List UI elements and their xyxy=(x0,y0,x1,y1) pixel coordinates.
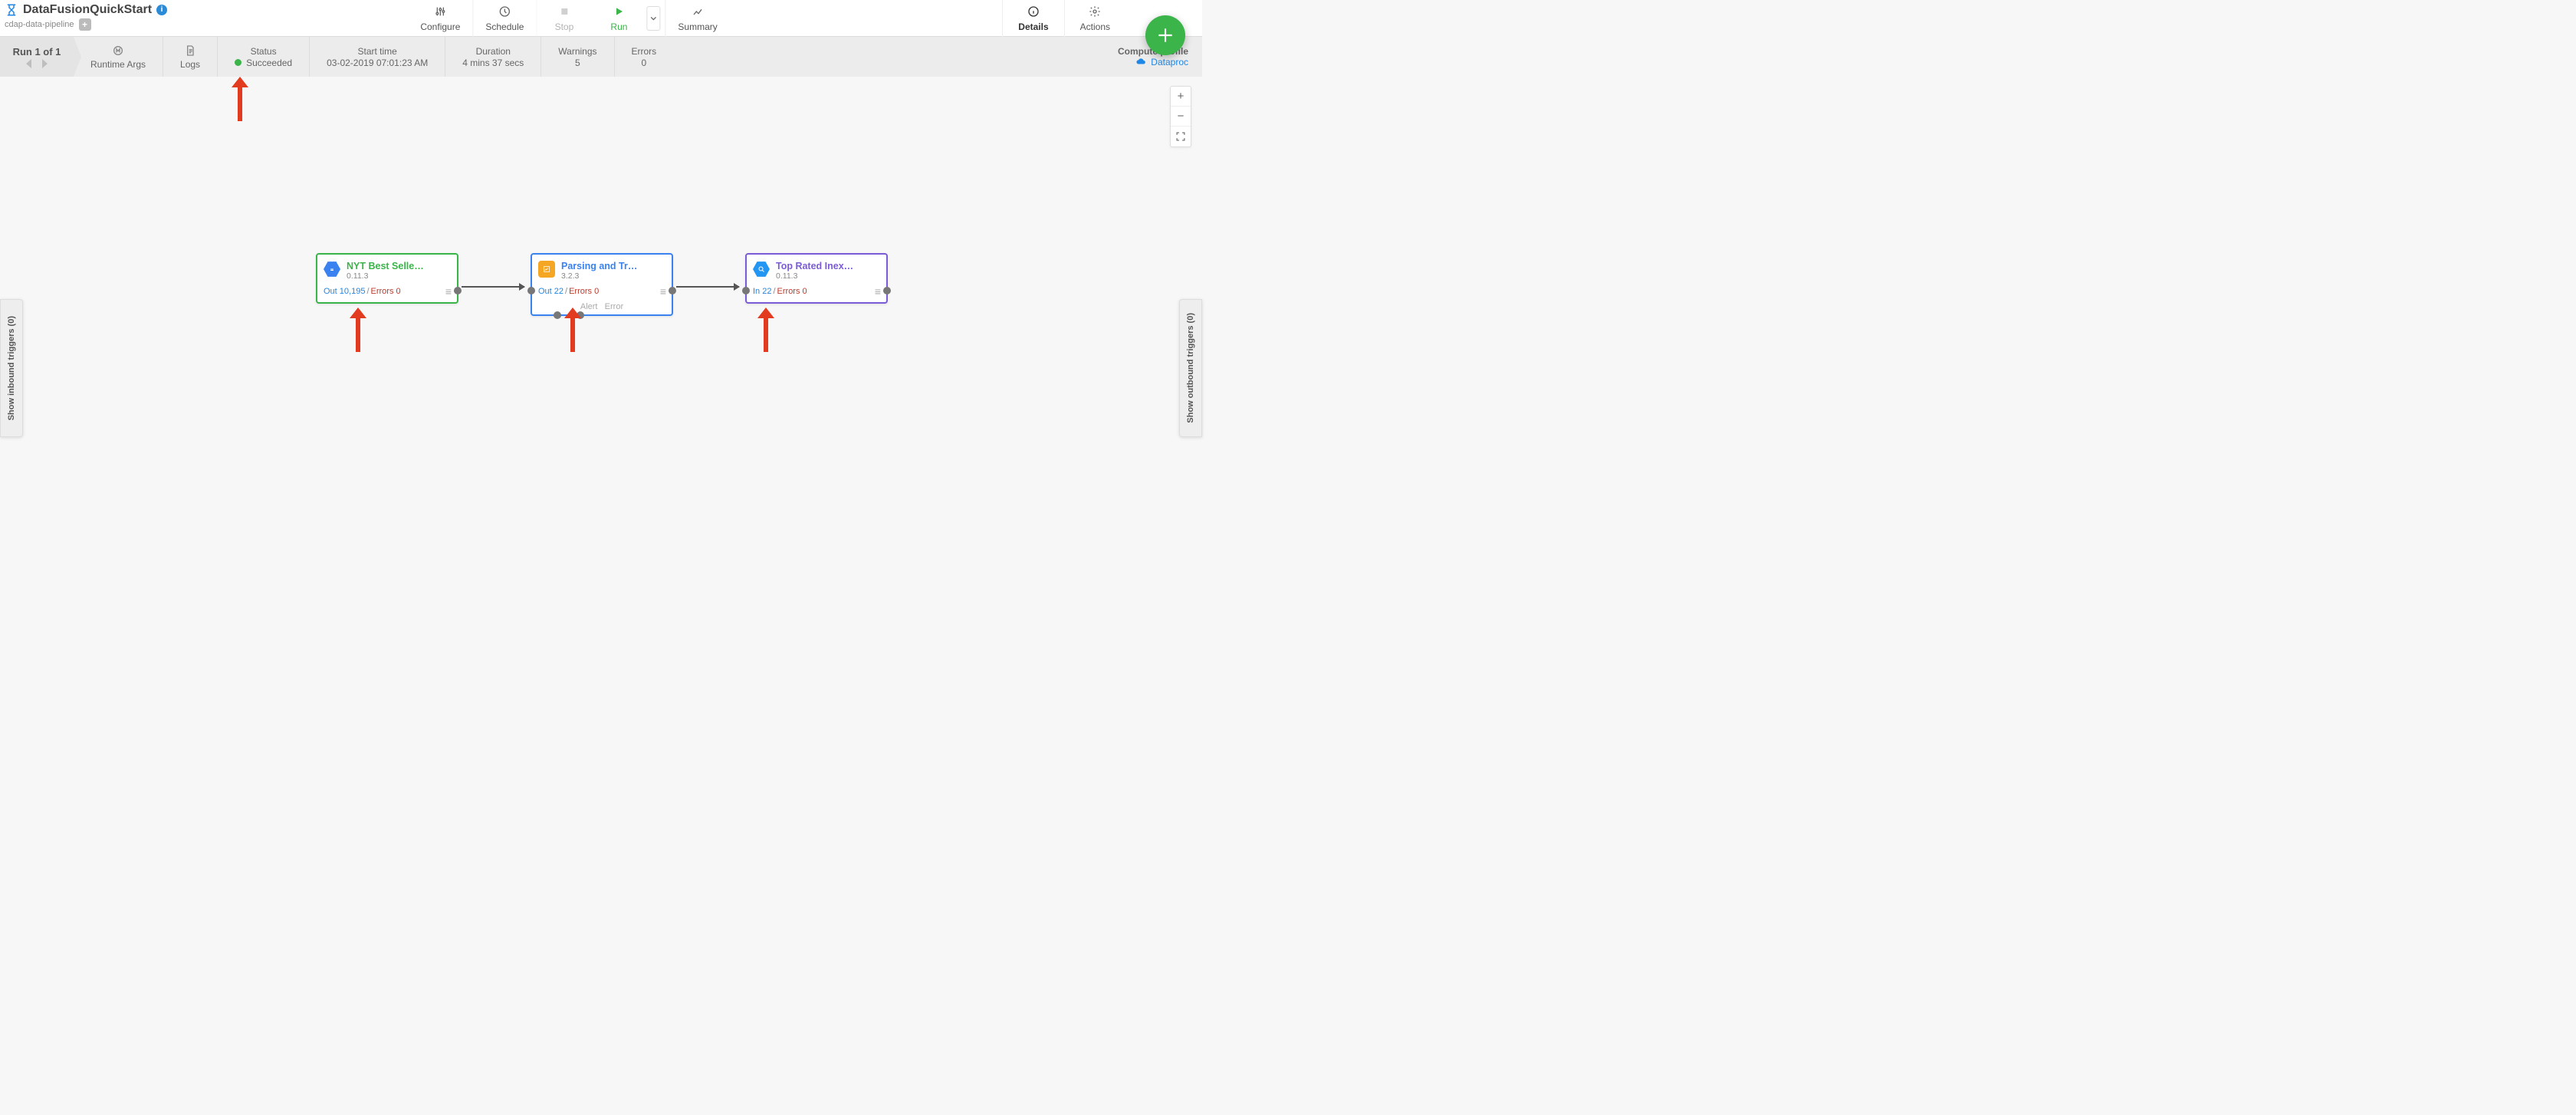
status-dot-icon xyxy=(235,59,242,66)
add-fab-button[interactable] xyxy=(1145,15,1185,55)
annotation-arrow-icon xyxy=(354,308,362,352)
node-io: Out 22/Errors 0 xyxy=(538,287,599,296)
details-label: Details xyxy=(1018,21,1048,32)
pipeline-node[interactable]: NYT Best Selle…0.11.3 Out 10,195/Errors 0… xyxy=(316,253,458,304)
warnings-cell: Warnings 5 xyxy=(541,37,614,77)
node-type-icon xyxy=(538,261,555,278)
node-version: 0.11.3 xyxy=(776,271,880,281)
add-tag-button[interactable]: + xyxy=(79,18,91,31)
status-label: Status xyxy=(251,46,277,57)
zoom-controls: + − xyxy=(1170,86,1191,147)
warnings-label: Warnings xyxy=(558,46,596,57)
node-port[interactable] xyxy=(527,287,535,294)
pipeline-name: DataFusionQuickStart xyxy=(23,3,152,17)
pipeline-node[interactable]: Top Rated Inex…0.11.3 In 22/Errors 0 ≡ xyxy=(745,253,888,304)
play-icon xyxy=(613,5,625,20)
run-label: Run xyxy=(610,21,627,32)
node-version: 0.11.3 xyxy=(347,271,451,281)
run-picker[interactable]: Run 1 of 1 xyxy=(0,37,74,77)
configure-button[interactable]: Configure xyxy=(408,0,472,37)
node-title: NYT Best Selle… xyxy=(347,261,451,271)
compute-profile-value: Dataproc xyxy=(1151,57,1188,67)
pipeline-edge xyxy=(462,286,524,288)
document-icon xyxy=(184,44,196,59)
node-type-icon xyxy=(324,261,340,278)
configure-label: Configure xyxy=(420,21,460,32)
stop-icon xyxy=(558,5,570,20)
clock-icon xyxy=(498,5,511,20)
start-time-cell: Start time 03-02-2019 07:01:23 AM xyxy=(310,37,445,77)
node-port[interactable] xyxy=(577,311,584,319)
status-cell: Status Succeeded xyxy=(218,37,310,77)
details-button[interactable]: Details xyxy=(1002,0,1063,37)
stop-button: Stop xyxy=(536,0,591,37)
chart-icon xyxy=(692,5,704,20)
doc-m-icon xyxy=(112,44,124,59)
node-port[interactable] xyxy=(742,287,750,294)
node-title: Top Rated Inex… xyxy=(776,261,880,271)
pipeline-edge xyxy=(676,286,739,288)
node-title: Parsing and Tr… xyxy=(561,261,665,271)
app-logo-icon xyxy=(5,3,18,17)
node-footer: Alert Error xyxy=(532,302,672,314)
errors-cell: Errors 0 xyxy=(615,37,674,77)
duration-label: Duration xyxy=(476,46,511,57)
outbound-triggers-label: Show outbound triggers (0) xyxy=(1186,313,1195,423)
duration-value: 4 mins 37 secs xyxy=(462,58,524,68)
inbound-triggers-tab[interactable]: Show inbound triggers (0) xyxy=(0,299,23,437)
node-version: 3.2.3 xyxy=(561,271,665,281)
run-picker-label: Run 1 of 1 xyxy=(13,46,61,58)
node-type-icon xyxy=(753,261,770,278)
logs-button[interactable]: Logs xyxy=(163,37,218,77)
cloud-icon xyxy=(1135,57,1146,67)
run-button[interactable]: Run xyxy=(591,0,646,37)
pipeline-type: cdap-data-pipeline xyxy=(5,20,74,29)
start-time-value: 03-02-2019 07:01:23 AM xyxy=(327,58,428,68)
node-menu-icon[interactable]: ≡ xyxy=(660,285,665,298)
inbound-triggers-label: Show inbound triggers (0) xyxy=(7,316,16,420)
node-port[interactable] xyxy=(554,311,561,319)
pipeline-canvas[interactable]: + − Show inbound triggers (0) Show outbo… xyxy=(0,77,1202,558)
duration-cell: Duration 4 mins 37 secs xyxy=(445,37,541,77)
warnings-value: 5 xyxy=(575,58,580,68)
errors-label: Errors xyxy=(632,46,657,57)
runtime-args-button[interactable]: Runtime Args xyxy=(74,37,163,77)
pipeline-node[interactable]: Parsing and Tr…3.2.3 Out 22/Errors 0 ≡ Aler… xyxy=(531,253,673,316)
next-run-icon[interactable] xyxy=(42,59,48,68)
outbound-triggers-tab[interactable]: Show outbound triggers (0) xyxy=(1179,299,1202,437)
logs-label: Logs xyxy=(180,59,200,70)
run-dropdown[interactable] xyxy=(646,6,660,31)
summary-button[interactable]: Summary xyxy=(665,0,729,37)
actions-label: Actions xyxy=(1080,21,1110,32)
node-port[interactable] xyxy=(883,287,891,294)
status-value: Succeeded xyxy=(246,58,292,68)
node-menu-icon[interactable]: ≡ xyxy=(445,285,451,298)
zoom-out-button[interactable]: − xyxy=(1171,107,1191,127)
zoom-fit-button[interactable] xyxy=(1171,127,1191,146)
annotation-arrow-icon xyxy=(236,77,244,121)
errors-value: 0 xyxy=(642,58,647,68)
actions-button[interactable]: Actions xyxy=(1064,0,1125,37)
gear-icon xyxy=(1089,5,1101,20)
start-time-label: Start time xyxy=(357,46,396,57)
info-circle-icon xyxy=(1027,5,1040,20)
node-io: Out 10,195/Errors 0 xyxy=(324,287,401,296)
runtime-args-label: Runtime Args xyxy=(90,59,146,70)
info-icon[interactable]: i xyxy=(156,5,167,15)
node-port[interactable] xyxy=(454,287,462,294)
node-io: In 22/Errors 0 xyxy=(753,287,807,296)
sliders-icon xyxy=(434,5,446,20)
node-port[interactable] xyxy=(669,287,676,294)
schedule-button[interactable]: Schedule xyxy=(472,0,536,37)
schedule-label: Schedule xyxy=(485,21,524,32)
stop-label: Stop xyxy=(555,21,574,32)
zoom-in-button[interactable]: + xyxy=(1171,87,1191,107)
summary-label: Summary xyxy=(678,21,717,32)
prev-run-icon[interactable] xyxy=(26,59,31,68)
node-menu-icon[interactable]: ≡ xyxy=(875,285,880,298)
annotation-arrow-icon xyxy=(762,308,770,352)
